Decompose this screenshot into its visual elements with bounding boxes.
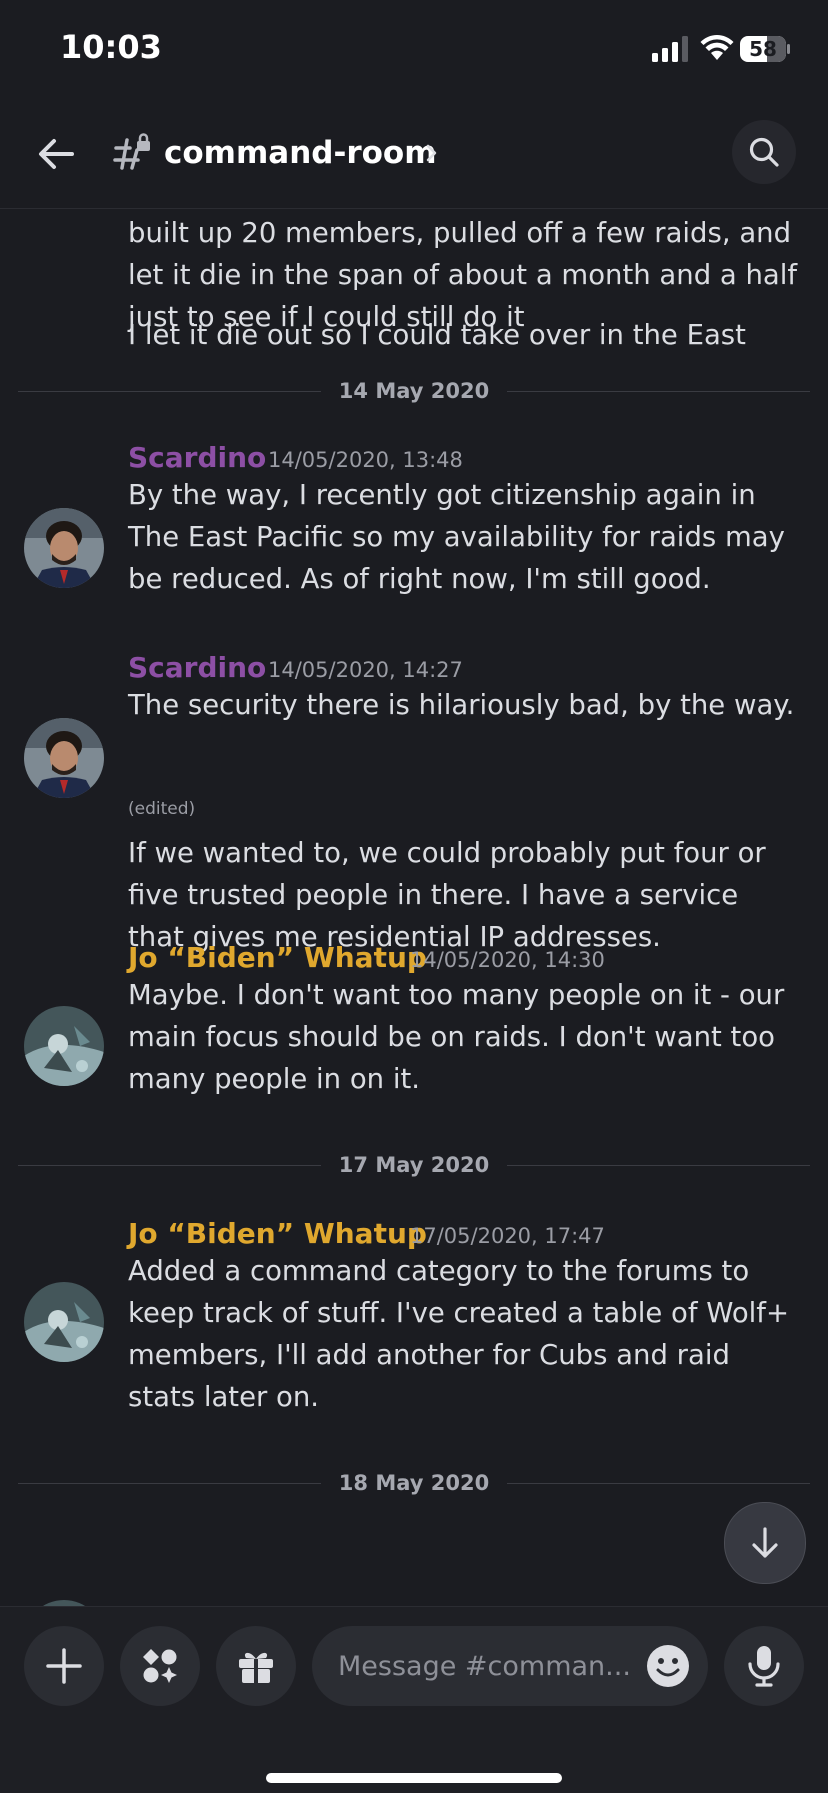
message-composer <box>0 1606 828 1793</box>
gift-icon <box>239 1652 273 1683</box>
message-text: Maybe. I don't want too many people on i… <box>128 979 785 1095</box>
arrow-left-icon[interactable] <box>32 130 80 178</box>
emoji-icon[interactable] <box>646 1644 690 1688</box>
channel-header: command-room <box>0 100 828 209</box>
battery-level: 58 <box>749 37 777 61</box>
message-text: By the way, I recently got citizenship a… <box>128 479 785 595</box>
message-author[interactable]: Jo “Biden” Whatup <box>128 940 427 976</box>
avatar[interactable] <box>24 718 104 798</box>
microphone-icon <box>748 1646 780 1687</box>
avatar[interactable] <box>24 508 104 588</box>
message-timestamp: 14/05/2020, 14:27 <box>268 658 463 682</box>
apps-icon <box>143 1649 177 1683</box>
divider-label: 14 May 2020 <box>320 379 508 403</box>
message-timestamp: 17/05/2020, 17:47 <box>410 1224 605 1248</box>
date-divider: 14 May 2020 <box>18 376 810 406</box>
search-icon <box>749 137 779 167</box>
date-divider: 18 May 2020 <box>18 1468 810 1498</box>
gift-button[interactable] <box>216 1626 296 1706</box>
message-input-container[interactable] <box>312 1626 708 1706</box>
status-time: 10:03 <box>60 28 162 66</box>
battery-indicator: 58 <box>740 36 790 64</box>
divider-label: 18 May 2020 <box>320 1471 508 1495</box>
channel-title[interactable]: command-room <box>164 132 437 174</box>
wifi-icon <box>700 35 734 60</box>
message-author[interactable]: Jo “Biden” Whatup <box>128 1216 427 1252</box>
message-list[interactable]: built up 20 members, pulled off a few ra… <box>0 180 828 1606</box>
message-text: The security there is hilariously bad, b… <box>128 689 795 721</box>
status-bar: 10:03 58 <box>0 0 828 100</box>
battery-tip <box>787 44 790 54</box>
voice-message-button[interactable] <box>724 1626 804 1706</box>
message-timestamp: 14/05/2020, 13:48 <box>268 448 463 472</box>
divider-label: 17 May 2020 <box>320 1153 508 1177</box>
search-button[interactable] <box>732 120 796 184</box>
plus-icon <box>46 1648 82 1684</box>
message-text: Added a command category to the forums t… <box>128 1255 790 1413</box>
edited-label: (edited) <box>128 799 196 819</box>
message-author[interactable]: Scardino <box>128 440 266 476</box>
date-divider: 17 May 2020 <box>18 1150 810 1180</box>
home-indicator <box>266 1773 562 1783</box>
scroll-to-bottom-button[interactable] <box>724 1502 806 1584</box>
cellular-signal-icon <box>652 36 688 62</box>
add-attachment-button[interactable] <box>24 1626 104 1706</box>
hash-lock-icon <box>113 133 150 170</box>
message-timestamp: 14/05/2020, 14:30 <box>410 948 605 972</box>
apps-button[interactable] <box>120 1626 200 1706</box>
message-text: I let it die out so I could take over in… <box>128 319 746 351</box>
avatar[interactable] <box>24 1006 104 1086</box>
arrow-down-icon <box>752 1527 778 1558</box>
message-author[interactable]: Scardino <box>128 650 266 686</box>
chevron-right-icon[interactable] <box>424 141 440 165</box>
avatar[interactable] <box>24 1282 104 1362</box>
message-input[interactable] <box>338 1626 638 1706</box>
